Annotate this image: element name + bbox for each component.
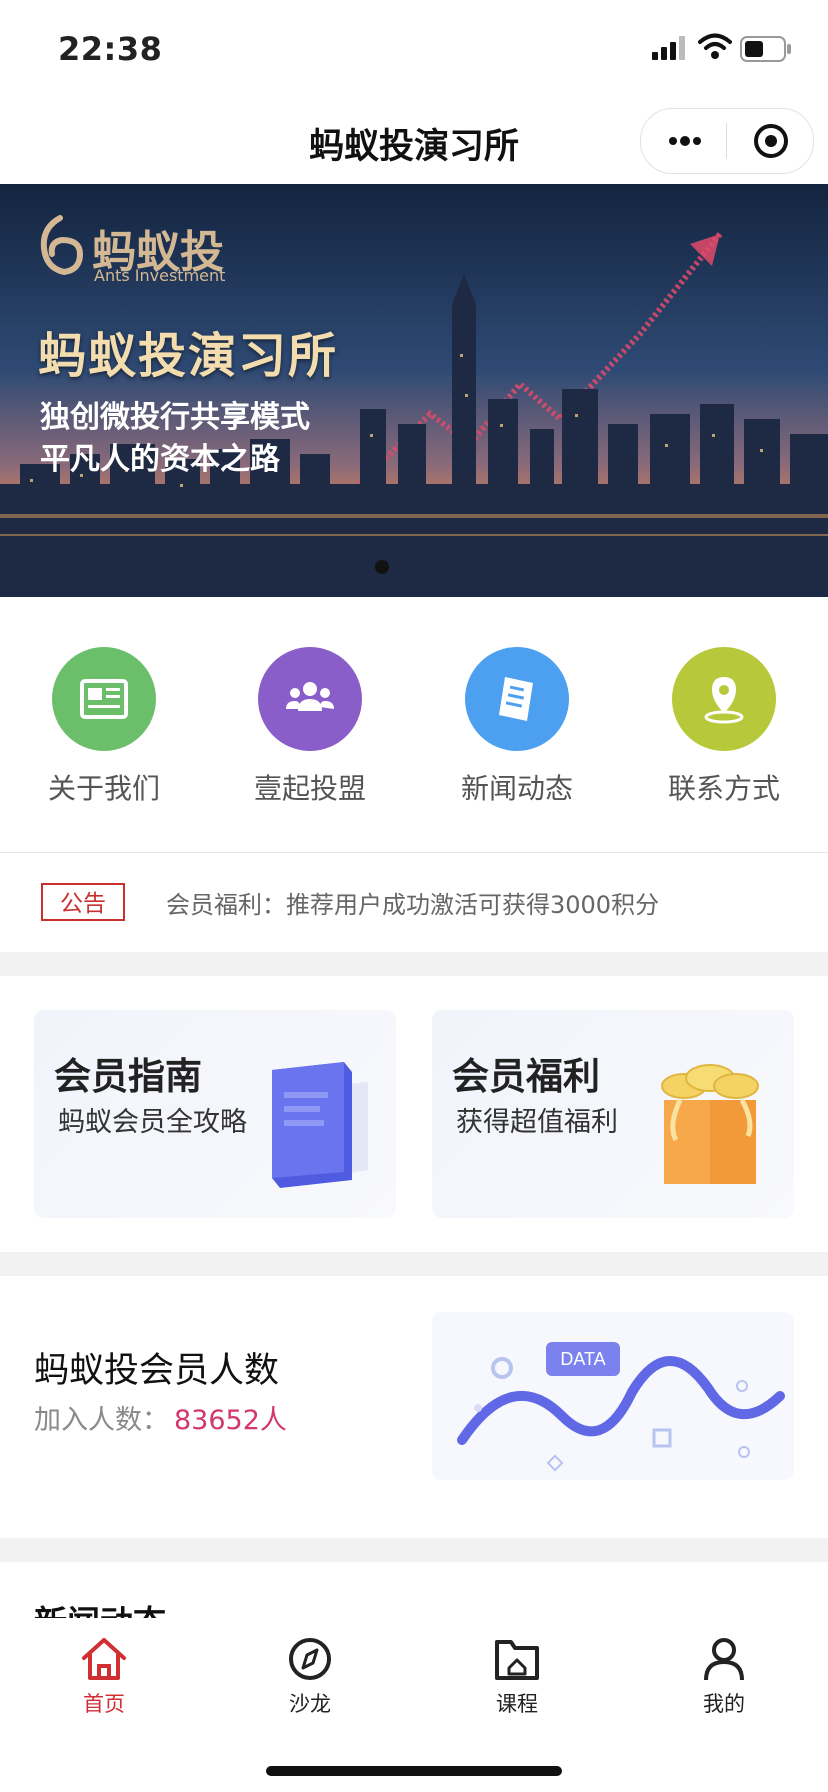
card-subtitle: 蚂蚁会员全攻略 (58, 1107, 247, 1138)
quick-link-circle (52, 647, 156, 751)
folder-icon (495, 1640, 539, 1680)
card-subtitle: 获得超值福利 (456, 1107, 618, 1138)
tab-salon[interactable]: 沙龙 (250, 1636, 370, 1718)
section-divider (0, 1252, 828, 1276)
banner-logo-subtitle: Ants Investment (94, 266, 226, 285)
banner-title: 蚂蚁投演习所 (38, 328, 339, 384)
status-bar: 22:38 (0, 0, 828, 98)
section-divider (0, 1538, 828, 1562)
ants-logo-icon (40, 215, 84, 276)
quick-link-contact[interactable]: 联系方式 (644, 647, 804, 807)
home-indicator[interactable] (266, 1766, 562, 1776)
wave-chart-icon: DATA (457, 1342, 785, 1472)
status-time: 22:38 (58, 30, 163, 68)
book-icon (272, 1062, 368, 1188)
quick-links: 关于我们 壹起投盟 新闻动态 联系方式 (0, 597, 828, 851)
member-count-section[interactable]: 蚂蚁投会员人数 加入人数： 83652人 DATA (0, 1276, 828, 1538)
close-target-icon[interactable] (753, 123, 789, 159)
tab-label: 沙龙 (289, 1692, 331, 1716)
banner-carousel[interactable]: 蚂蚁投 Ants Investment 蚂蚁投演习所 独创微投行共享模式 平凡人… (0, 184, 828, 597)
tab-home[interactable]: 首页 (44, 1636, 164, 1718)
member-benefits-card[interactable]: 会员福利 获得超值福利 (432, 1010, 794, 1218)
data-wave-illustration: DATA (432, 1312, 794, 1480)
gift-box-icon (661, 1064, 759, 1184)
home-icon (82, 1638, 126, 1680)
signal-icon (652, 36, 685, 60)
quick-link-circle (672, 647, 776, 751)
tab-courses[interactable]: 课程 (457, 1636, 577, 1718)
banner-tagline-1: 独创微投行共享模式 (40, 400, 310, 435)
group-icon (286, 682, 334, 711)
wifi-icon (698, 33, 732, 59)
quick-link-circle (465, 647, 569, 751)
member-cards: 会员指南 蚂蚁会员全攻略 会员福利 获得超值福利 (0, 976, 828, 1252)
document-icon (499, 677, 533, 721)
member-count-value: 83652人 (174, 1405, 287, 1436)
member-guide-card[interactable]: 会员指南 蚂蚁会员全攻略 (34, 1010, 396, 1218)
quick-link-label: 新闻动态 (460, 772, 573, 805)
member-count-label: 加入人数： (34, 1405, 169, 1436)
carousel-indicator-dot[interactable] (375, 560, 389, 574)
section-divider (0, 952, 828, 976)
more-icon[interactable] (665, 123, 705, 159)
data-badge-label: DATA (560, 1349, 605, 1369)
quick-link-label: 关于我们 (47, 772, 160, 805)
newspaper-icon (80, 679, 128, 719)
tab-label: 我的 (703, 1692, 745, 1716)
capsule-divider (726, 123, 727, 159)
card-title: 会员福利 (452, 1055, 600, 1098)
banner-tagline-2: 平凡人的资本之路 (40, 442, 280, 477)
card-title: 会员指南 (54, 1055, 202, 1098)
quick-link-label: 壹起投盟 (253, 772, 366, 805)
tab-mine[interactable]: 我的 (664, 1636, 784, 1718)
quick-link-news[interactable]: 新闻动态 (437, 647, 597, 807)
tab-label: 课程 (496, 1692, 538, 1716)
compass-icon (289, 1638, 331, 1680)
quick-link-alliance[interactable]: 壹起投盟 (230, 647, 390, 807)
quick-link-about[interactable]: 关于我们 (24, 647, 184, 807)
quick-link-circle (258, 647, 362, 751)
notice-tag: 公告 (41, 883, 125, 921)
location-pin-icon (704, 677, 744, 724)
member-count-title: 蚂蚁投会员人数 (34, 1351, 280, 1391)
miniapp-capsule (640, 108, 814, 174)
nav-bar: 蚂蚁投演习所 (0, 98, 828, 184)
notice-bar[interactable]: 公告 会员福利：推荐用户成功激活可获得3000积分 (0, 852, 828, 953)
user-icon (704, 1638, 744, 1681)
quick-link-label: 联系方式 (667, 772, 780, 805)
tab-label: 首页 (83, 1692, 125, 1716)
notice-text: 会员福利：推荐用户成功激活可获得3000积分 (166, 891, 660, 919)
battery-icon (740, 36, 791, 62)
